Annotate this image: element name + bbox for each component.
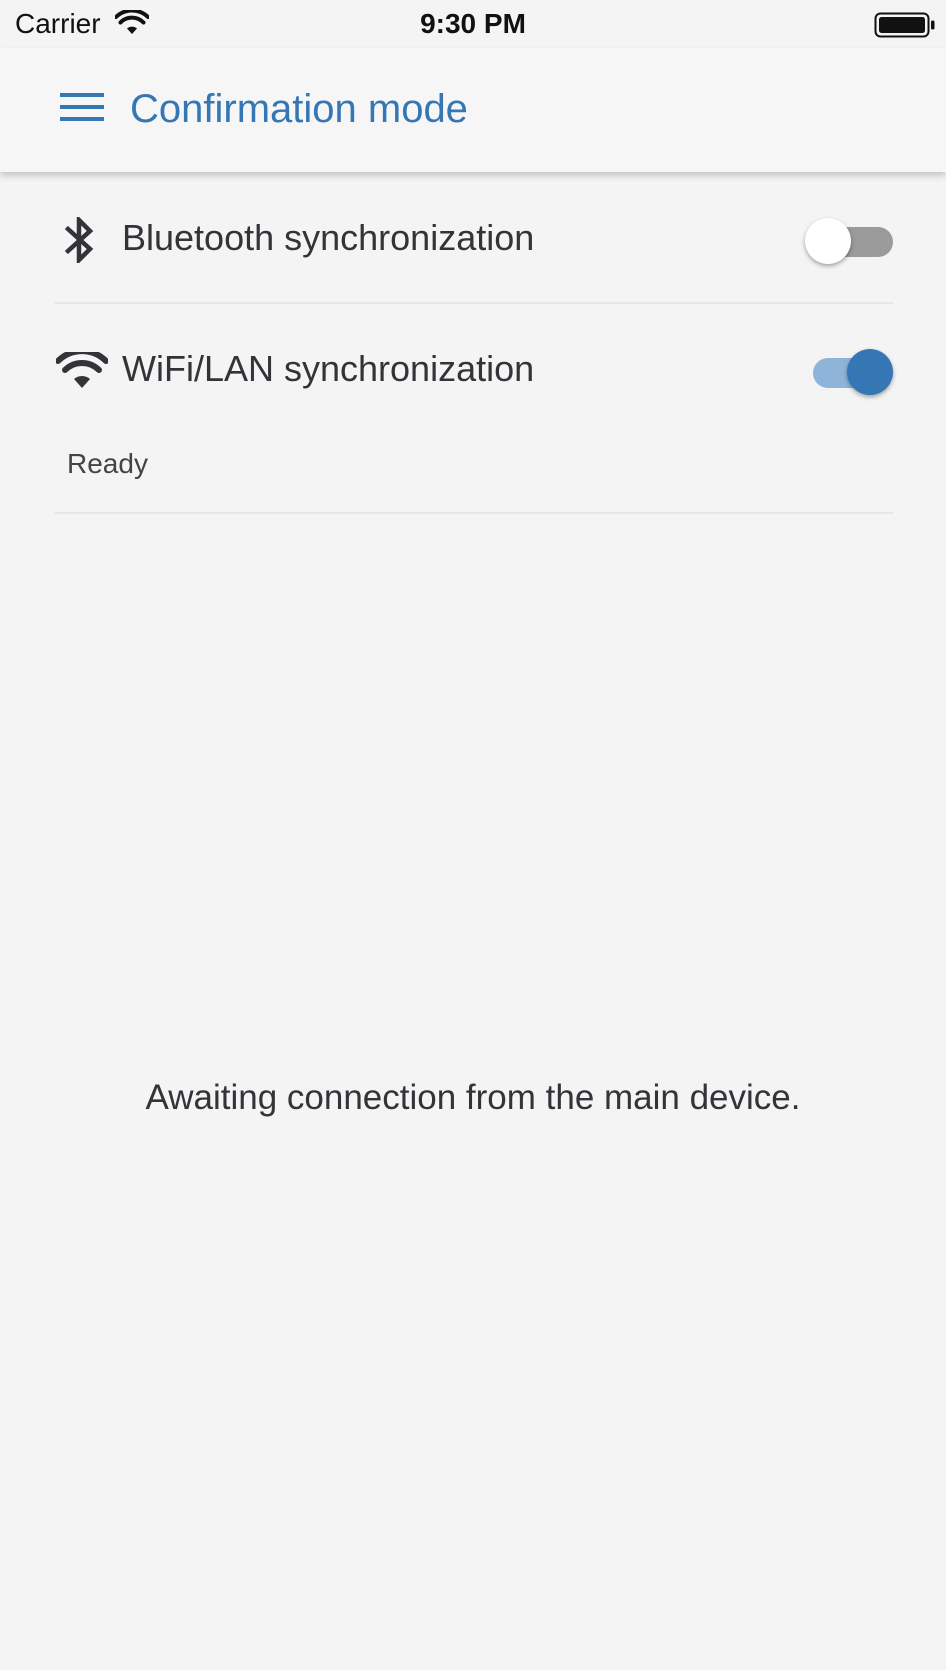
toggle-thumb xyxy=(847,349,893,395)
wifi-status-text: Ready xyxy=(67,448,148,479)
screen: Carrier 9:30 PM Confirmation mode Blueto… xyxy=(0,0,946,1670)
status-time: 9:30 PM xyxy=(420,8,526,39)
wifi-sync-label: WiFi/LAN synchronization xyxy=(122,348,535,389)
wifi-icon xyxy=(55,349,109,393)
toggle-thumb xyxy=(805,218,851,264)
divider xyxy=(55,512,893,514)
bluetooth-icon xyxy=(55,215,103,265)
app-bar: Confirmation mode xyxy=(0,48,946,172)
wifi-sync-toggle[interactable] xyxy=(805,345,893,395)
bluetooth-sync-label: Bluetooth synchronization xyxy=(122,217,535,258)
wifi-sync-row[interactable]: WiFi/LAN synchronization Ready xyxy=(55,335,893,479)
divider xyxy=(55,302,893,304)
status-bar: Carrier 9:30 PM xyxy=(0,0,946,48)
page-title: Confirmation mode xyxy=(130,87,468,131)
awaiting-connection-message: Awaiting connection from the main device… xyxy=(145,1078,801,1117)
bluetooth-sync-toggle[interactable] xyxy=(805,214,893,264)
menu-icon xyxy=(60,91,104,128)
menu-button[interactable] xyxy=(50,84,114,134)
battery-icon xyxy=(874,12,936,38)
bluetooth-sync-row[interactable]: Bluetooth synchronization xyxy=(55,204,893,274)
